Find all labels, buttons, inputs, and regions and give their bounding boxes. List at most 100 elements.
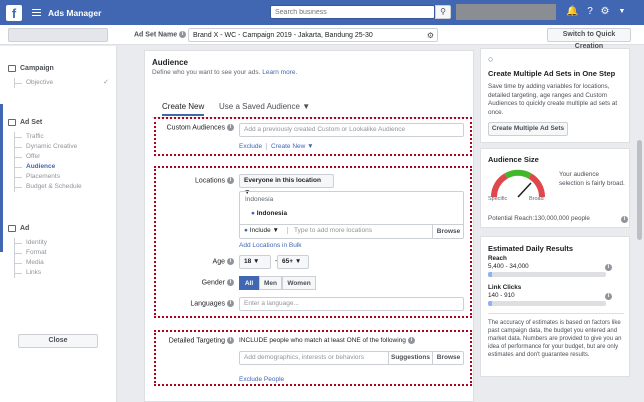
locations-label: Locations i: [160, 177, 234, 184]
age-max-dropdown[interactable]: 65+ ▼: [277, 255, 309, 269]
audience-size-card: Audience Size Specific Broad Your audien…: [480, 148, 630, 228]
link-clicks-value: 140 - 910: [488, 292, 515, 299]
browse-locations-button[interactable]: Browse: [432, 225, 464, 238]
sidebar-item-campaign[interactable]: Campaign: [0, 62, 117, 74]
info-icon: i: [227, 300, 234, 307]
ad-icon: [8, 224, 16, 232]
chevron-down-icon[interactable]: ▼: [616, 6, 628, 18]
divider: [488, 313, 624, 314]
account-selector[interactable]: [456, 4, 556, 20]
sidebar-item-placements[interactable]: Placements: [0, 172, 117, 182]
menu-icon[interactable]: [32, 9, 41, 16]
gender-all-button[interactable]: All: [239, 276, 259, 290]
sidebar-item-objective[interactable]: Objective ✓: [0, 78, 117, 88]
sidebar-item-budget-schedule[interactable]: Budget & Schedule: [0, 182, 117, 192]
reach-value: 5,400 - 34,000: [488, 263, 529, 270]
location-group-label: Indonesia: [245, 196, 274, 203]
lightbulb-icon: ○: [488, 54, 494, 64]
info-icon: i: [227, 279, 234, 286]
gauge-broad-label: Broad: [529, 196, 544, 202]
location-type-dropdown[interactable]: Everyone in this location ▼: [239, 174, 334, 196]
estimate-accuracy-note: The accuracy of estimates is based on fa…: [488, 320, 622, 358]
search-icon[interactable]: ⚲: [435, 5, 451, 19]
browse-targeting-button[interactable]: Browse: [432, 352, 464, 364]
info-icon: i: [227, 258, 234, 265]
breadcrumb-placeholder[interactable]: [8, 28, 108, 42]
bell-icon[interactable]: 🔔: [566, 6, 578, 18]
multi-adset-tip-card: ○ Create Multiple Ad Sets in One Step Sa…: [480, 48, 630, 143]
detailed-targeting-label: Detailed Targeting i: [160, 337, 234, 344]
search-input[interactable]: [270, 5, 435, 19]
potential-reach: Potential Reach:130,000,000 people: [488, 215, 590, 222]
info-icon: i: [227, 337, 234, 344]
pin-icon: ●: [251, 210, 255, 217]
exclude-people-link[interactable]: Exclude People: [239, 376, 284, 383]
daily-results-title: Estimated Daily Results: [488, 244, 574, 253]
include-dropdown[interactable]: ● Include ▼: [244, 227, 288, 234]
ad-set-name-label: Ad Set Name i: [134, 31, 187, 38]
divider: [239, 224, 464, 225]
exclude-link[interactable]: Exclude: [239, 143, 262, 150]
info-icon: i: [179, 31, 187, 38]
sidebar-ad-section: Ad Identity Format Media Links: [0, 222, 117, 278]
sidebar-item-dynamic-creative[interactable]: Dynamic Creative: [0, 142, 117, 152]
sidebar-campaign-section: Campaign Objective ✓: [0, 62, 117, 88]
facebook-logo[interactable]: f: [6, 4, 22, 21]
custom-audience-input[interactable]: Add a previously created Custom or Looka…: [239, 123, 464, 137]
sidebar-item-media[interactable]: Media: [0, 258, 117, 268]
info-icon: i: [227, 177, 234, 184]
reach-bar: [488, 272, 606, 277]
sidebar-item-links[interactable]: Links: [0, 268, 117, 278]
languages-label: Languages i: [160, 300, 234, 307]
create-new-dropdown[interactable]: Create New ▼: [266, 143, 314, 150]
tab-create-new[interactable]: Create New: [162, 102, 205, 116]
info-icon: i: [605, 293, 612, 300]
help-icon[interactable]: ?: [584, 6, 596, 18]
gender-label: Gender i: [160, 279, 234, 286]
info-icon: i: [605, 264, 612, 271]
section-subtitle: Define who you want to see your ads. Lea…: [152, 69, 298, 76]
sidebar-item-ad[interactable]: Ad: [0, 222, 117, 234]
targeting-highlight: [154, 166, 472, 318]
switch-quick-creation-button[interactable]: Switch to Quick Creation: [547, 28, 631, 50]
info-icon: i: [227, 124, 234, 131]
info-icon: i: [621, 216, 628, 223]
check-icon: ✓: [103, 79, 109, 86]
add-locations-bulk-link[interactable]: Add Locations in Bulk: [239, 242, 302, 249]
link-clicks-label: Link Clicks: [488, 284, 522, 291]
create-multiple-ad-sets-button[interactable]: Create Multiple Ad Sets: [488, 122, 568, 136]
language-input[interactable]: Enter a language...: [239, 297, 464, 311]
sidebar-item-traffic[interactable]: Traffic: [0, 132, 117, 142]
learn-more-link[interactable]: Learn more.: [262, 69, 297, 76]
sidebar: Campaign Objective ✓ Ad Set Traffic Dynam…: [0, 46, 117, 402]
grid-icon: [8, 118, 16, 126]
sidebar-item-identity[interactable]: Identity: [0, 238, 117, 248]
location-search-input[interactable]: Type to add more locations: [294, 227, 372, 234]
pin-icon: ●: [244, 227, 248, 234]
sidebar-item-offer[interactable]: Offer: [0, 152, 117, 162]
tab-saved-audience[interactable]: Use a Saved Audience ▼: [219, 102, 310, 114]
link-clicks-bar-fill: [488, 301, 492, 306]
caret-down-icon: ▼: [302, 102, 311, 111]
close-button[interactable]: Close: [18, 334, 98, 348]
gender-men-button[interactable]: Men: [259, 276, 282, 290]
sidebar-adset-section: Ad Set Traffic Dynamic Creative Offer Au…: [0, 116, 117, 192]
location-item[interactable]: ● Indonesia: [251, 210, 287, 217]
folder-icon: [8, 64, 16, 72]
audience-description: Your audience selection is fairly broad.: [559, 171, 625, 187]
gender-women-button[interactable]: Women: [282, 276, 316, 290]
age-min-dropdown[interactable]: 18 ▼: [239, 255, 271, 269]
sidebar-item-ad-set[interactable]: Ad Set: [0, 116, 117, 128]
gear-icon[interactable]: ⚙: [427, 31, 434, 40]
ad-set-header: Ad Set Name i Brand X - WC - Campaign 201…: [0, 25, 644, 50]
tip-title: Create Multiple Ad Sets in One Step: [488, 69, 616, 78]
suggestions-button[interactable]: Suggestions: [388, 352, 432, 364]
sidebar-item-format[interactable]: Format: [0, 248, 117, 258]
app-title: Ads Manager: [48, 7, 102, 18]
ad-set-name-input[interactable]: Brand X - WC - Campaign 2019 - Jakarta, …: [188, 28, 438, 42]
section-title: Audience: [152, 58, 189, 67]
estimated-daily-results-card: Estimated Daily Results Reach 5,400 - 34…: [480, 236, 630, 377]
page-scrollbar[interactable]: [637, 140, 642, 240]
gear-icon[interactable]: ⚙: [599, 6, 611, 18]
sidebar-item-audience[interactable]: Audience: [0, 162, 117, 172]
